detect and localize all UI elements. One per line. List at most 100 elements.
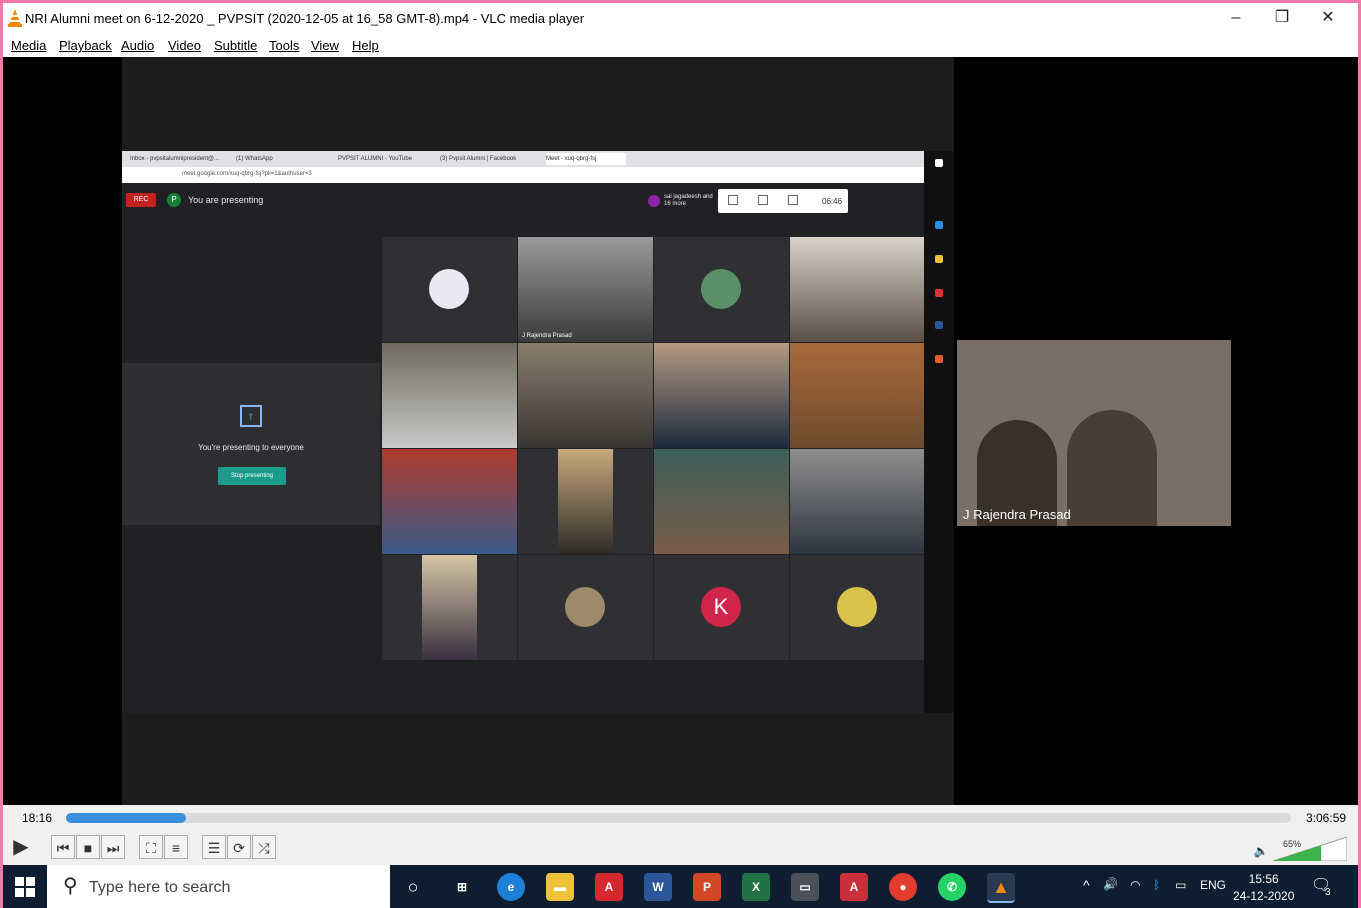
menu-tools[interactable]: Tools <box>269 38 299 53</box>
person-silhouette <box>1067 410 1157 526</box>
taskbar-search[interactable]: ⚲ Type here to search <box>47 865 390 908</box>
notification-count: 3 <box>1325 887 1331 898</box>
vlc-cone-icon <box>8 9 22 27</box>
participant-avatar <box>701 269 741 309</box>
participant-tile <box>518 449 653 554</box>
total-time: 3:06:59 <box>1306 811 1347 825</box>
task-view-icon[interactable]: ⊞ <box>448 873 476 901</box>
recorded-taskbar <box>924 151 954 713</box>
video-area[interactable]: Inbox - pvpsitalumnipresident@... (1) Wh… <box>3 57 1358 805</box>
language-indicator[interactable]: ENG <box>1200 878 1226 892</box>
edge-icon <box>935 221 943 229</box>
file-explorer-icon[interactable]: ▬ <box>546 873 574 901</box>
volume-percent: 65% <box>1283 839 1302 849</box>
side-video-name: J Rajendra Prasad <box>963 507 1071 522</box>
minimize-button[interactable]: – <box>1221 7 1251 29</box>
current-time: 18:16 <box>22 811 53 825</box>
menu-playback[interactable]: Playback <box>59 38 112 53</box>
menu-subtitle[interactable]: Subtitle <box>214 38 257 53</box>
participants-box: sai jagadeesh and 16 more <box>648 191 718 211</box>
meet-controls: 06:46 <box>718 189 848 213</box>
people-icon <box>728 195 738 205</box>
browser-tab-whatsapp: (1) WhatsApp <box>236 156 273 162</box>
participant-tile <box>382 343 517 448</box>
search-placeholder: Type here to search <box>89 879 231 896</box>
bluetooth-icon[interactable]: ᛒ <box>1153 878 1160 892</box>
windows-taskbar: ⚲ Type here to search ○ ⊞ e ▬ A W P X ▭ … <box>3 865 1358 908</box>
excel-icon[interactable]: X <box>742 873 770 901</box>
chrome-icon[interactable]: ● <box>889 873 917 901</box>
play-icon[interactable]: ▶ <box>9 835 33 859</box>
clock-time: 15:56 <box>1248 872 1279 886</box>
menu-help[interactable]: Help <box>352 38 379 53</box>
activities-icon <box>788 195 798 205</box>
whatsapp-icon[interactable]: ✆ <box>938 873 966 901</box>
folder-icon <box>935 255 943 263</box>
participant-avatar <box>648 195 660 207</box>
stop-icon[interactable]: ■ <box>76 835 100 859</box>
speaker-icon[interactable]: 🔈 <box>1249 839 1273 863</box>
presentation-panel: ↑ You're presenting to everyone Stop pre… <box>122 363 380 525</box>
windows-start-icon[interactable] <box>15 877 35 897</box>
participant-avatar <box>837 587 877 627</box>
battery-icon[interactable]: ▭ <box>1175 878 1186 892</box>
seek-progress <box>66 813 187 823</box>
browser-tab-youtube: PVPSIT ALUMNI - YouTube <box>338 156 413 162</box>
cortana-icon[interactable]: ○ <box>399 873 427 901</box>
menu-view[interactable]: View <box>311 38 339 53</box>
window-title: NRI Alumni meet on 6-12-2020 _ PVPSIT (2… <box>25 11 585 26</box>
restore-button[interactable]: ❐ <box>1267 7 1297 29</box>
pdf-icon <box>935 289 943 297</box>
participant-tile <box>790 555 925 660</box>
word-icon[interactable]: W <box>644 873 672 901</box>
participant-tile <box>382 449 517 554</box>
volume-tray-icon[interactable]: 🔊 <box>1103 877 1118 891</box>
clock-date: 24-12-2020 <box>1233 889 1295 903</box>
clock[interactable]: 15:56 24-12-2020 <box>1233 871 1294 905</box>
title-bar: NRI Alumni meet on 6-12-2020 _ PVPSIT (2… <box>3 3 1358 33</box>
participant-tile <box>790 343 925 448</box>
browser-tab-meet: Meet - xuq-qbrg-fsj <box>546 153 626 165</box>
participant-avatar: K <box>701 587 741 627</box>
loop-icon[interactable]: ⟳ <box>227 835 251 859</box>
sql-icon[interactable]: ▭ <box>791 873 819 901</box>
menu-bar: Media Playback Audio Video Subtitle Tool… <box>3 33 1358 57</box>
extended-settings-icon[interactable]: ≡ <box>164 835 188 859</box>
meet-area: REC P You are presenting sai jagadeesh a… <box>122 183 925 713</box>
chrome-icon <box>935 355 943 363</box>
browser-tab-facebook: (3) Pvpsit Alumni | Facebook <box>440 156 517 162</box>
present-screen-icon: ↑ <box>240 405 262 427</box>
participant-tile <box>790 237 925 342</box>
shuffle-icon[interactable]: ⤮ <box>252 835 276 859</box>
screen-recording: Inbox - pvpsitalumnipresident@... (1) Wh… <box>122 57 954 805</box>
powerpoint-icon[interactable]: P <box>693 873 721 901</box>
previous-icon[interactable]: ⏮ <box>51 835 75 859</box>
wifi-icon[interactable]: ◠ <box>1130 878 1140 892</box>
word-icon <box>935 321 943 329</box>
fullscreen-icon[interactable]: ⛶ <box>139 835 163 859</box>
playlist-icon[interactable]: ☰ <box>202 835 226 859</box>
meeting-timer: 06:46 <box>822 197 843 206</box>
menu-audio[interactable]: Audio <box>121 38 154 53</box>
menu-video[interactable]: Video <box>168 38 201 53</box>
participant-tile <box>654 237 789 342</box>
close-button[interactable]: ✕ <box>1313 7 1343 29</box>
participant-tile <box>654 343 789 448</box>
edge-icon[interactable]: e <box>497 873 525 901</box>
participant-tile: J Rajendra Prasad <box>518 237 653 342</box>
playback-controls: 18:16 3:06:59 ▶ ⏮ ■ ⏭ ⛶ ≡ ☰ ⟳ ⤮ 🔈 65% <box>3 805 1358 865</box>
participant-tile <box>790 449 925 554</box>
presenting-message: You're presenting to everyone <box>198 443 304 452</box>
next-icon[interactable]: ⏭ <box>101 835 125 859</box>
browser-tab-strip: Inbox - pvpsitalumnipresident@... (1) Wh… <box>122 151 924 167</box>
acrobat-icon[interactable]: A <box>595 873 623 901</box>
participant-tile <box>518 343 653 448</box>
vlc-taskbar-icon[interactable]: ▲ <box>987 873 1015 903</box>
menu-media[interactable]: Media <box>11 38 46 53</box>
show-hidden-icons-icon[interactable]: ^ <box>1083 877 1090 893</box>
participant-video <box>558 449 613 554</box>
seek-bar[interactable] <box>66 813 1291 823</box>
participant-name: J Rajendra Prasad <box>522 333 572 339</box>
search-icon: ⚲ <box>63 875 78 897</box>
acrobat-reader-icon[interactable]: A <box>840 873 868 901</box>
